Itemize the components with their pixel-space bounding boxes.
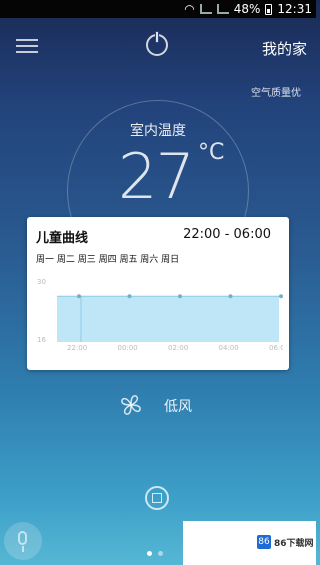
- page-dot-1: [147, 551, 152, 556]
- status-bar: ◠ 48% 12:31: [0, 0, 316, 18]
- chart-x-tick-label: 06:00: [269, 344, 283, 352]
- chart-point: [127, 294, 132, 299]
- signal-icon: [199, 4, 212, 14]
- fan-speed-label[interactable]: 低风: [164, 396, 192, 416]
- child-curve-popup: 儿童曲线 22:00 - 06:00 周一 周二 周三 周四 周五 周六 周日 …: [27, 217, 289, 370]
- watermark: 86 86下载网: [183, 521, 316, 565]
- watermark-logo: 86: [257, 535, 271, 549]
- menu-icon[interactable]: [16, 39, 38, 55]
- watermark-text: 86下载网: [274, 539, 314, 549]
- signal-icon-2: [216, 4, 229, 14]
- chart-area: [57, 296, 279, 342]
- power-button[interactable]: [146, 31, 168, 56]
- battery-percent: 48%: [233, 2, 261, 16]
- home-selector[interactable]: 我的家: [262, 38, 307, 59]
- fan-icon: [121, 395, 141, 415]
- air-quality-label: 空气质量优: [251, 88, 301, 99]
- wifi-icon: ◠: [184, 2, 195, 16]
- chart-x-tick-label: 02:00: [168, 344, 188, 352]
- battery-icon: [265, 3, 273, 15]
- popup-title: 儿童曲线: [36, 231, 89, 246]
- chart-y-tick-label: 16: [37, 336, 46, 344]
- mode-button[interactable]: [145, 486, 169, 510]
- popup-weekdays: 周一 周二 周三 周四 周五 周六 周日: [36, 255, 180, 265]
- page-indicator: [147, 551, 163, 556]
- clock: 12:31: [277, 2, 312, 16]
- temperature-label: 室内温度: [130, 123, 186, 139]
- chart-point: [228, 294, 233, 299]
- chart-x-tick-label: 22:00: [67, 344, 87, 352]
- temperature-value: 27: [118, 140, 195, 213]
- voice-button[interactable]: [4, 522, 42, 560]
- curve-chart: 30 16 22:00 00:00 02:00 04:00 06:00: [37, 278, 283, 352]
- chart-point: [77, 294, 81, 299]
- chart-y-tick-label: 30: [37, 278, 46, 286]
- chart-x-tick-label: 04:00: [219, 344, 239, 352]
- chart-point: [279, 294, 283, 299]
- temperature-unit: °C: [198, 140, 225, 165]
- chart-x-tick-label: 00:00: [118, 344, 138, 352]
- chart-point: [178, 294, 182, 299]
- page-dot-2: [158, 551, 163, 556]
- microphone-icon: [18, 531, 27, 545]
- popup-time-range: 22:00 - 06:00: [183, 227, 271, 242]
